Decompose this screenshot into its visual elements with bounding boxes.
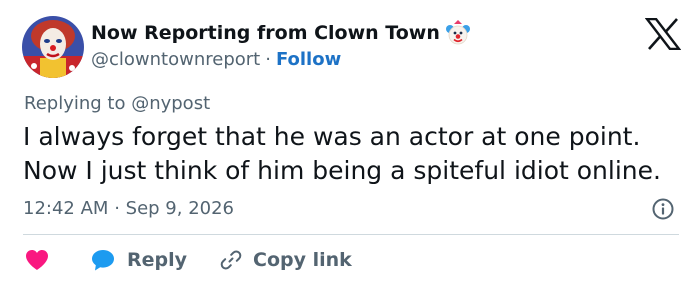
replying-to: Replying to @nypost [24,93,211,114]
link-icon [220,250,242,270]
tweet-text: I always forget that he was an actor at … [23,120,661,188]
timestamp-separator: · [114,198,120,219]
action-bar: Reply Copy link [24,246,352,274]
tweet-card: Now Reporting from Clown Town @clowntown… [0,0,700,287]
reply-button[interactable]: Reply [90,248,187,272]
heart-icon[interactable] [24,248,50,272]
copy-link-label: Copy link [253,249,352,271]
reply-label: Reply [127,249,188,271]
info-icon[interactable] [651,197,675,221]
author-handle-row: @clowntownreport · Follow [91,47,341,71]
tweet-timestamp[interactable]: 12:42 AM · Sep 9, 2026 [23,198,234,219]
author-handle[interactable]: @clowntownreport [91,49,260,70]
speech-bubble-icon [92,250,114,271]
tweet-date: Sep 9, 2026 [125,198,235,219]
x-logo-icon[interactable] [645,18,681,50]
divider [23,234,679,235]
author-display-name[interactable]: Now Reporting from Clown Town [91,22,440,44]
tweet-text-line: Now I just think of him being a spiteful… [23,156,661,185]
clown-portrait-avatar-image [22,16,84,78]
copy-link-button[interactable]: Copy link [187,248,352,272]
tweet-text-line: I always forget that he was an actor at … [23,122,641,151]
tweet-time: 12:42 AM [23,198,109,219]
author-name-row: Now Reporting from Clown Town [91,20,471,46]
handle-separator: · [265,48,271,70]
clown-face-icon [445,20,470,45]
follow-button[interactable]: Follow [276,49,341,70]
avatar[interactable] [22,16,84,78]
